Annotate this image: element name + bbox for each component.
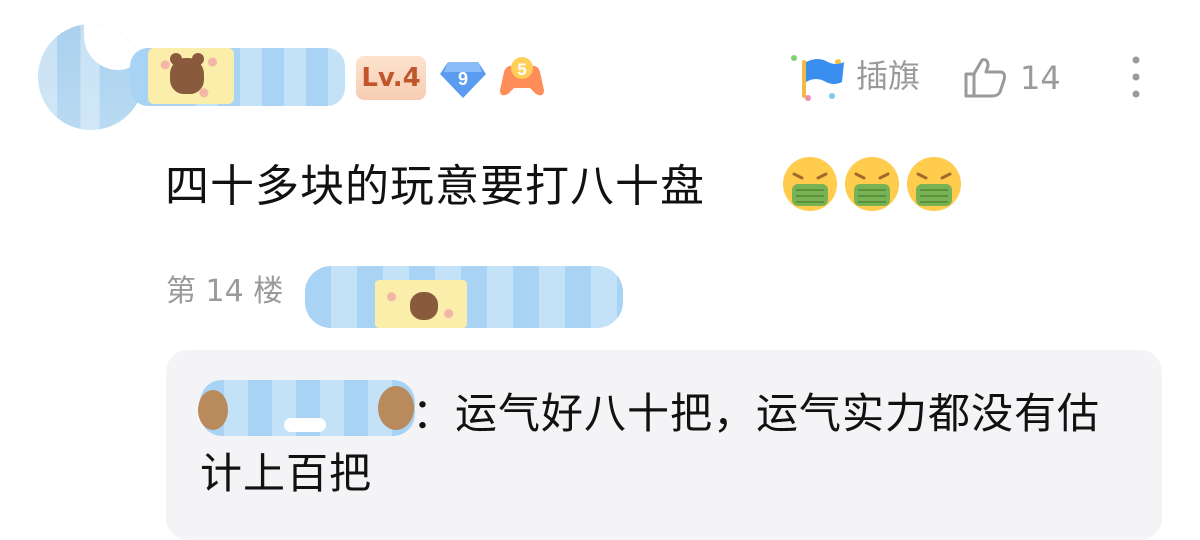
- gamepad-badge-icon: 5: [500, 57, 544, 96]
- sick-face-emoji-icon: [783, 157, 837, 211]
- thumbs-up-icon[interactable]: [962, 54, 1008, 100]
- diamond-badge-icon: 9: [440, 62, 486, 98]
- user-avatar[interactable]: [38, 24, 144, 130]
- bear-sticker-icon: [170, 53, 204, 94]
- flag-label[interactable]: 插旗: [856, 54, 920, 98]
- like-count: 14: [1020, 59, 1061, 97]
- diamond-badge-number: 9: [458, 69, 468, 89]
- bear-sticker-icon: [410, 292, 438, 320]
- gamepad-badge-number: 5: [517, 60, 526, 79]
- level-badge: Lv.4: [356, 56, 426, 100]
- reply-text: ：运气好八十把，运气实力都没有估计上百把: [200, 389, 1101, 498]
- sick-face-emoji-icon: [907, 157, 961, 211]
- more-options-icon[interactable]: [1124, 54, 1148, 100]
- comment-text: 四十多块的玩意要打八十盘: [165, 161, 705, 212]
- flag-icon[interactable]: [788, 52, 848, 102]
- floor-label: 第 14 楼: [166, 274, 284, 309]
- sick-face-emoji-icon: [845, 157, 899, 211]
